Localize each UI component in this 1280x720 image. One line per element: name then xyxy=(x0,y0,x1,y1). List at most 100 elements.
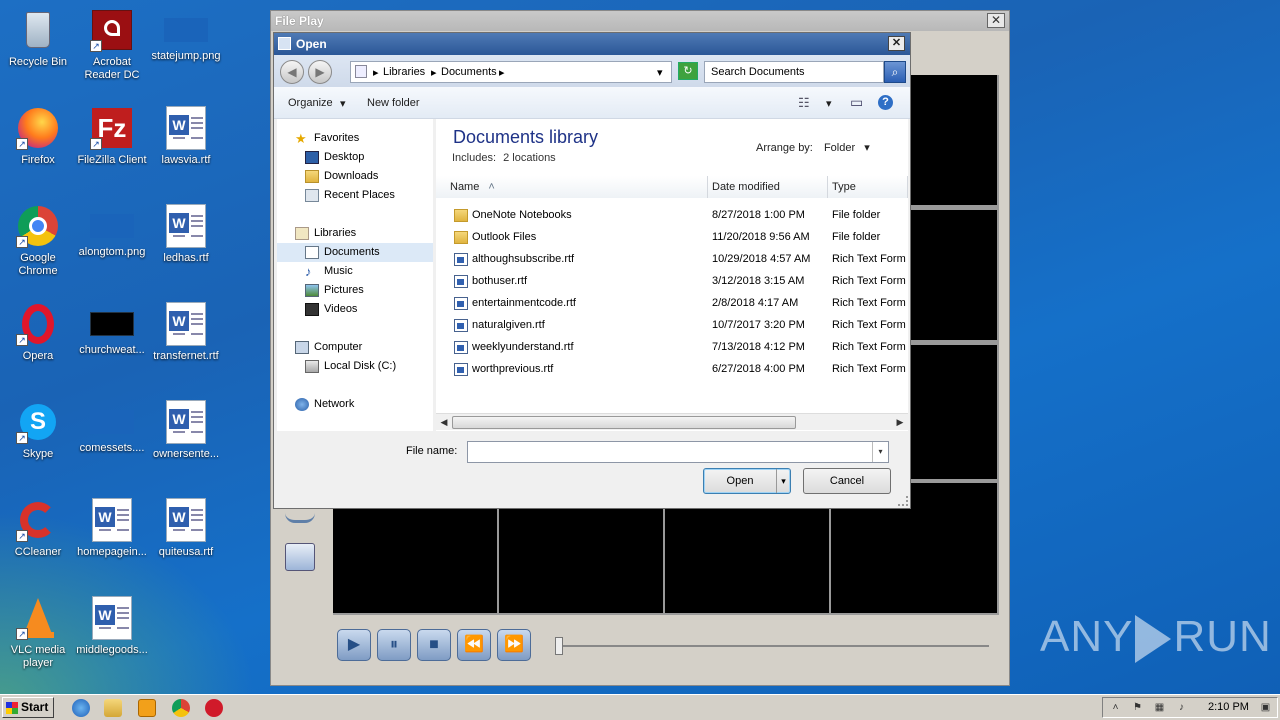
search-icon[interactable]: ⌕ xyxy=(884,61,906,83)
seek-track[interactable] xyxy=(559,645,989,647)
organize-menu[interactable]: Organize xyxy=(288,97,333,109)
file-row[interactable]: OneNote Notebooks 8/27/2018 1:00 PM File f… xyxy=(436,205,908,227)
column-header-type[interactable]: Type xyxy=(828,176,908,198)
action-center-flag-icon[interactable]: ⚑ xyxy=(1131,701,1144,714)
desktop-icon-ccleaner[interactable]: ↗ CCleaner xyxy=(0,496,76,559)
address-bar[interactable]: ▸ Libraries ▸ Documents ▸ ▾ xyxy=(350,61,672,83)
breadcrumb-sep-icon[interactable]: ▸ xyxy=(499,66,505,79)
open-file-icon[interactable] xyxy=(285,543,315,571)
breadcrumb-libraries[interactable]: Libraries xyxy=(383,66,425,78)
scrollbar-thumb[interactable] xyxy=(452,416,796,429)
stop-button[interactable]: ■ xyxy=(417,629,451,661)
refresh-button[interactable]: ↻ xyxy=(678,62,698,80)
forward-button[interactable]: ▶ xyxy=(308,60,332,84)
open-button[interactable]: Open ▾ xyxy=(703,468,791,494)
show-hidden-icons-icon[interactable]: ˄ xyxy=(1109,701,1122,714)
pause-button[interactable]: ⏸ xyxy=(377,629,411,661)
desktop-icon-comessets[interactable]: comessets.... xyxy=(74,398,150,455)
display-icon[interactable]: ▣ xyxy=(1259,701,1272,714)
desktop-icon-skype[interactable]: S ↗ Skype xyxy=(0,398,76,461)
file-row[interactable]: weeklyunderstand.rtf 7/13/2018 4:12 PM Ric… xyxy=(436,337,908,359)
opera-taskbar-icon[interactable] xyxy=(205,699,223,717)
start-button[interactable]: Start xyxy=(2,697,54,718)
file-row[interactable]: althoughsubscribe.rtf 10/29/2018 4:57 AM R… xyxy=(436,249,908,271)
arrange-value[interactable]: Folder xyxy=(824,142,855,154)
nav-network[interactable]: Network xyxy=(277,395,433,414)
desktop-icon-churchweat[interactable]: churchweat... xyxy=(74,300,150,357)
nav-recent-places[interactable]: Recent Places xyxy=(277,186,433,205)
nav-music[interactable]: ♪ Music xyxy=(277,262,433,281)
breadcrumb-documents[interactable]: Documents xyxy=(441,66,497,78)
volume-icon[interactable]: ♪ xyxy=(1175,701,1188,714)
file-name-input[interactable]: ▾ xyxy=(467,441,889,463)
file-row[interactable]: naturalgiven.rtf 10/7/2017 3:20 PM Rich Te… xyxy=(436,315,908,337)
column-header-date-modified[interactable]: Date modified xyxy=(708,176,828,198)
column-header-name[interactable]: Name ˄ xyxy=(436,176,708,198)
desktop-icon-quiteusa[interactable]: W quiteusa.rtf xyxy=(148,496,224,559)
nav-libraries[interactable]: Libraries xyxy=(277,224,433,243)
rewind-button[interactable]: ⏪ xyxy=(457,629,491,661)
file-type: Rich Text Forma xyxy=(832,363,906,375)
chrome-taskbar-icon[interactable] xyxy=(172,699,190,717)
file-row[interactable]: worthprevious.rtf 6/27/2018 4:00 PM Rich T… xyxy=(436,359,908,381)
desktop-icon-recycle-bin[interactable]: Recycle Bin xyxy=(0,6,76,69)
media-player-icon[interactable] xyxy=(138,699,156,717)
back-button[interactable]: ◀ xyxy=(280,60,304,84)
desktop-icon-ledhas[interactable]: W ledhas.rtf xyxy=(148,202,224,265)
file-row[interactable]: Outlook Files 11/20/2018 9:56 AM File fold… xyxy=(436,227,908,249)
nav-desktop[interactable]: Desktop xyxy=(277,148,433,167)
new-folder-button[interactable]: New folder xyxy=(367,97,420,109)
file-name-dropdown-icon[interactable]: ▾ xyxy=(872,442,888,462)
help-icon[interactable]: ? xyxy=(878,95,893,110)
change-view-icon[interactable]: ☷ xyxy=(798,95,810,111)
desktop-icon-statejump[interactable]: statejump.png xyxy=(148,6,224,63)
desktop-icon-chrome[interactable]: ↗ Google Chrome xyxy=(0,202,76,278)
arrange-dropdown-icon[interactable]: ▾ xyxy=(864,142,870,154)
horizontal-scrollbar[interactable]: ◀ ▶ xyxy=(436,413,908,430)
desktop-icon-transfernet[interactable]: W transfernet.rtf xyxy=(148,300,224,363)
internet-explorer-icon[interactable] xyxy=(72,699,90,717)
scroll-right-icon[interactable]: ▶ xyxy=(894,416,906,429)
nav-favorites[interactable]: ★ Favorites xyxy=(277,129,433,148)
desktop-icon-lawsvia[interactable]: W lawsvia.rtf xyxy=(148,104,224,167)
scroll-left-icon[interactable]: ◀ xyxy=(438,416,450,429)
nav-label: Downloads xyxy=(324,170,379,182)
nav-pictures[interactable]: Pictures xyxy=(277,281,433,300)
includes-locations-link[interactable]: 2 locations xyxy=(503,152,556,164)
dialog-close-button[interactable]: ✕ xyxy=(888,36,905,51)
nav-computer[interactable]: Computer xyxy=(277,338,433,357)
firefox-icon: ↗ xyxy=(16,106,60,150)
nav-downloads[interactable]: Downloads xyxy=(277,167,433,186)
nav-documents[interactable]: Documents xyxy=(277,243,433,262)
search-input[interactable]: Search Documents xyxy=(704,61,884,83)
address-dropdown-icon[interactable]: ▾ xyxy=(657,66,663,79)
preview-pane-icon[interactable]: ▭ xyxy=(850,94,863,111)
file-explorer-icon[interactable] xyxy=(104,699,122,717)
organize-dropdown-icon[interactable]: ▾ xyxy=(340,97,346,110)
desktop-icon-opera[interactable]: ↗ Opera xyxy=(0,300,76,363)
desktop-icon-homepagein[interactable]: W homepagein... xyxy=(74,496,150,559)
file-row[interactable]: entertainmentcode.rtf 2/8/2018 4:17 AM Ric… xyxy=(436,293,908,315)
seek-slider-knob[interactable] xyxy=(555,637,563,655)
fast-forward-button[interactable]: ⏩ xyxy=(497,629,531,661)
desktop-icon-middlegoods[interactable]: W middlegoods... xyxy=(74,594,150,657)
open-split-dropdown-icon[interactable]: ▾ xyxy=(776,469,790,493)
nav-videos[interactable]: Videos xyxy=(277,300,433,319)
resize-grip-icon[interactable] xyxy=(898,496,908,506)
view-dropdown-icon[interactable]: ▾ xyxy=(826,97,832,110)
desktop-icon-filezilla[interactable]: Fz ↗ FileZilla Client xyxy=(74,104,150,167)
cancel-button[interactable]: Cancel xyxy=(803,468,891,494)
file-play-close-button[interactable]: ✕ xyxy=(987,13,1005,28)
nav-local-disk[interactable]: Local Disk (C:) xyxy=(277,357,433,376)
desktop-icon-alongtom[interactable]: alongtom.png xyxy=(74,202,150,259)
dialog-title: Open xyxy=(296,37,327,51)
desktop-icon-ownersente[interactable]: W ownersente... xyxy=(148,398,224,461)
desktop-icon-vlc[interactable]: ↗ VLC media player xyxy=(0,594,76,670)
clock[interactable]: 2:10 PM xyxy=(1208,701,1249,713)
play-button[interactable]: ▶ xyxy=(337,629,371,661)
network-tray-icon[interactable]: ▦ xyxy=(1153,701,1166,714)
desktop-icon-acrobat[interactable]: ↗ Acrobat Reader DC xyxy=(74,6,150,82)
file-row[interactable]: bothuser.rtf 3/12/2018 3:15 AM Rich Text F… xyxy=(436,271,908,293)
breadcrumb-sep-icon[interactable]: ▸ xyxy=(431,66,437,79)
desktop-icon-firefox[interactable]: ↗ Firefox xyxy=(0,104,76,167)
